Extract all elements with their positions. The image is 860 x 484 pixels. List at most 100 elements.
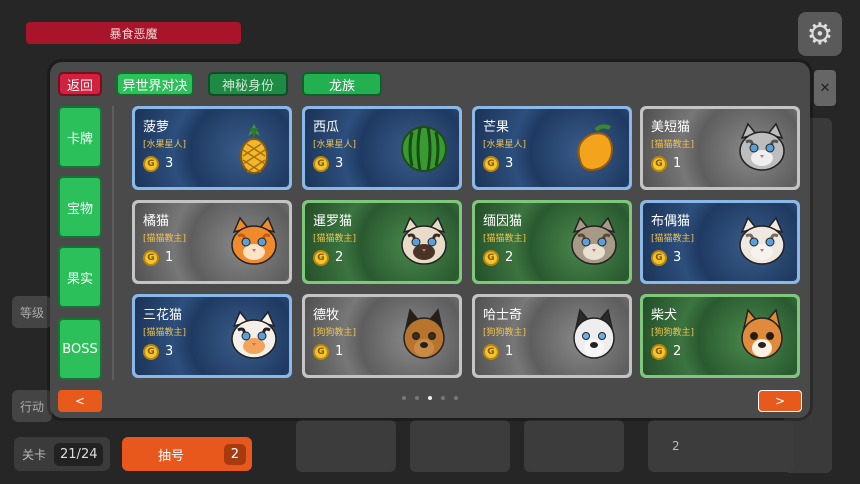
draw-label: 抽号 (158, 448, 185, 464)
card-item[interactable]: 哈士奇 [狗狗教主] G 1 (472, 294, 632, 378)
sidebar-divider (112, 106, 114, 380)
card-item[interactable]: 美短猫 [猫猫教主] G 1 (640, 106, 800, 190)
stage-indicator: 关卡 21/24 (14, 437, 110, 471)
card-name: 芒果 (483, 120, 510, 135)
page-dot[interactable] (415, 396, 419, 400)
gold-coin-icon: G (651, 250, 667, 266)
card-item[interactable]: 德牧 [狗狗教主] G 1 (302, 294, 462, 378)
page-dot[interactable] (402, 396, 406, 400)
stage-value: 21/24 (54, 442, 104, 466)
watermelon-icon (396, 120, 452, 176)
back-button[interactable]: 返回 (58, 72, 102, 96)
gold-coin-icon: G (143, 156, 159, 172)
card-tag: [猫猫教主] (143, 234, 187, 244)
card-cost: 2 (673, 344, 682, 359)
card-tag: [猫猫教主] (651, 140, 695, 150)
ragdoll-cat-icon (734, 214, 790, 270)
card-item[interactable]: 西瓜 [水果星人] G 3 (302, 106, 462, 190)
prev-page-button[interactable]: < (58, 390, 102, 412)
card-cost: 1 (673, 156, 682, 171)
page-dot[interactable] (441, 396, 445, 400)
card-tag: [狗狗教主] (483, 328, 527, 338)
card-cost: 3 (335, 156, 344, 171)
card-item[interactable]: 柴犬 [狗狗教主] G 2 (640, 294, 800, 378)
card-name: 柴犬 (651, 308, 678, 323)
card-name: 美短猫 (651, 120, 691, 135)
card-item[interactable]: 三花猫 [猫猫教主] G 3 (132, 294, 292, 378)
gold-coin-icon: G (313, 344, 329, 360)
card-name: 橘猫 (143, 214, 170, 229)
boss-name-banner: 暴食恶魔 (26, 22, 241, 44)
draw-button[interactable]: 抽号 2 (122, 437, 252, 471)
orange-cat-icon (226, 214, 282, 270)
card-item[interactable]: 菠萝 [水果星人] G 3 (132, 106, 292, 190)
gold-coin-icon: G (483, 250, 499, 266)
sidebar-item-treasures[interactable]: 宝物 (58, 176, 102, 238)
card-name: 三花猫 (143, 308, 183, 323)
card-tag: [猫猫教主] (313, 234, 357, 244)
sidebar-item-cards[interactable]: 卡牌 (58, 106, 102, 168)
card-cost: 3 (165, 156, 174, 171)
page-dot[interactable] (454, 396, 458, 400)
shiba-icon (734, 308, 790, 364)
card-tag: [猫猫教主] (143, 328, 187, 338)
gold-coin-icon: G (651, 156, 667, 172)
gold-coin-icon: G (313, 156, 329, 172)
level-pill: 等级 (12, 296, 52, 328)
card-tag: [猫猫教主] (483, 234, 527, 244)
card-cost: 1 (505, 344, 514, 359)
card-cost: 1 (165, 250, 174, 265)
card-name: 哈士奇 (483, 308, 523, 323)
calico-cat-icon (226, 308, 282, 364)
card-item[interactable]: 橘猫 [猫猫教主] G 1 (132, 200, 292, 284)
card-item[interactable]: 布偶猫 [猫猫教主] G 3 (640, 200, 800, 284)
settings-gear-icon[interactable]: ⚙ (798, 12, 842, 56)
gold-coin-icon: G (143, 250, 159, 266)
mango-icon (566, 120, 622, 176)
gold-coin-icon: G (483, 344, 499, 360)
card-tag: [猫猫教主] (651, 234, 695, 244)
card-tag: [狗狗教主] (651, 328, 695, 338)
draw-count: 2 (223, 443, 246, 465)
card-item[interactable]: 芒果 [水果星人] G 3 (472, 106, 632, 190)
gold-coin-icon: G (651, 344, 667, 360)
page-indicator (50, 396, 810, 400)
card-tag: [水果星人] (143, 140, 187, 150)
gold-coin-icon: G (143, 344, 159, 360)
next-page-button[interactable]: > (758, 390, 802, 412)
card-collection-modal: 返回 异世界对决 神秘身份 龙族 卡牌 宝物 果实 BOSS 菠萝 [水果星人] G… (50, 62, 810, 418)
bottom-card-slot[interactable] (410, 420, 510, 472)
card-name: 暹罗猫 (313, 214, 353, 229)
tab-dragon-clan[interactable]: 龙族 (302, 72, 382, 96)
sidebar-item-fruits[interactable]: 果实 (58, 246, 102, 308)
close-icon[interactable]: ✕ (814, 70, 836, 106)
card-tag: [水果星人] (313, 140, 357, 150)
page-dot[interactable] (428, 396, 432, 400)
tab-otherworld-duel[interactable]: 异世界对决 (116, 72, 194, 96)
bottom-card-slot[interactable] (524, 420, 624, 472)
gold-coin-icon: G (483, 156, 499, 172)
siamese-cat-icon (396, 214, 452, 270)
sidebar-item-boss[interactable]: BOSS (58, 318, 102, 380)
pineapple-icon (226, 120, 282, 176)
card-cost: 3 (505, 156, 514, 171)
card-cost: 2 (505, 250, 514, 265)
bottom-card-slot[interactable] (296, 420, 396, 472)
card-item[interactable]: 缅因猫 [猫猫教主] G 2 (472, 200, 632, 284)
card-item[interactable]: 暹罗猫 [猫猫教主] G 2 (302, 200, 462, 284)
maine-coon-icon (566, 214, 622, 270)
gold-coin-icon: G (313, 250, 329, 266)
shorthair-cat-icon (734, 120, 790, 176)
card-cost: 3 (165, 344, 174, 359)
tab-mystery-identity[interactable]: 神秘身份 (208, 72, 288, 96)
card-name: 西瓜 (313, 120, 340, 135)
card-name: 布偶猫 (651, 214, 691, 229)
card-name: 缅因猫 (483, 214, 523, 229)
german-shepherd-icon (396, 308, 452, 364)
bottom-card-slot[interactable]: 2 (648, 420, 794, 472)
card-tag: [水果星人] (483, 140, 527, 150)
card-name: 德牧 (313, 308, 340, 323)
card-cost: 2 (335, 250, 344, 265)
card-name: 菠萝 (143, 120, 170, 135)
stage-label: 关卡 (22, 447, 47, 462)
